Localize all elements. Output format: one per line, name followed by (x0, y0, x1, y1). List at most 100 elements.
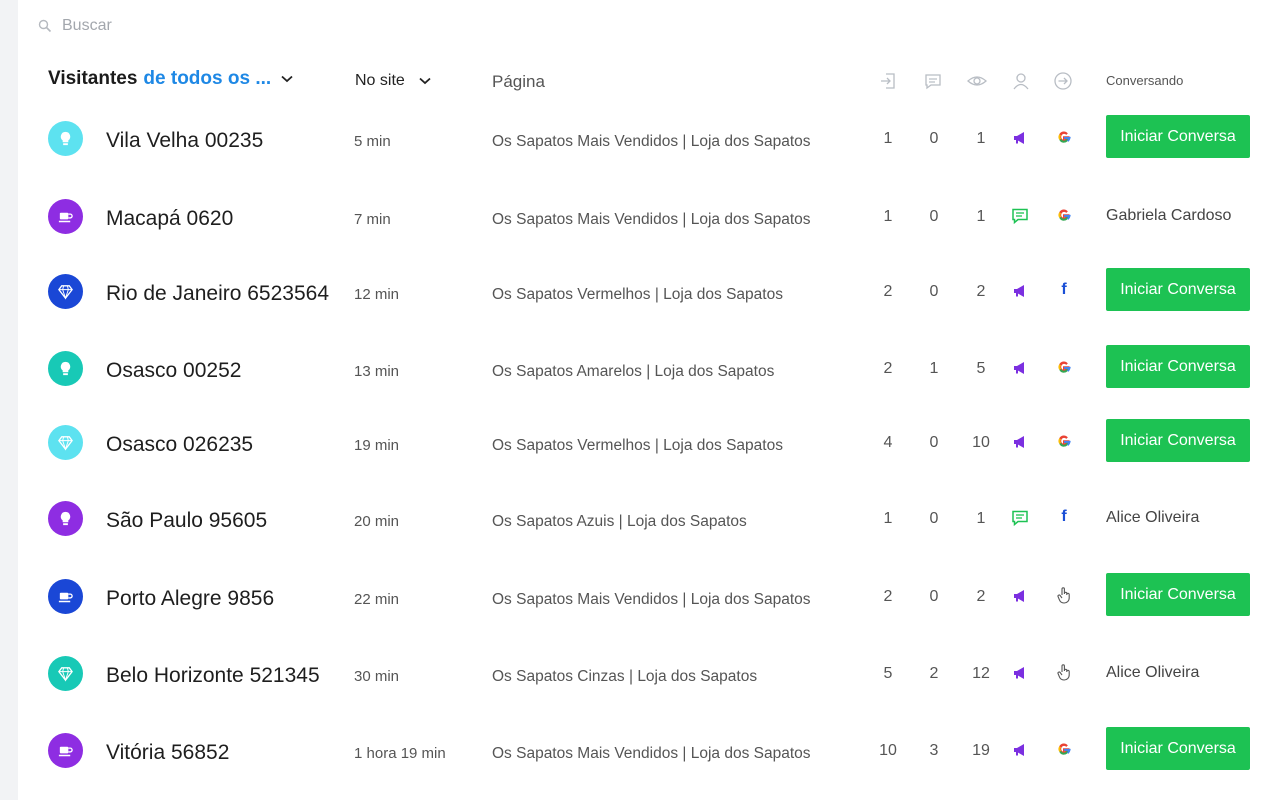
visitor-entries-count: 10 (879, 742, 897, 759)
visitor-row[interactable]: Vila Velha 00235 5 min Os Sapatos Mais Ven… (0, 110, 1280, 170)
visitor-entries-count: 2 (883, 283, 893, 300)
visitor-time-on-site: 5 min (354, 133, 391, 150)
visitor-messages-count: 0 (929, 434, 939, 451)
diamond-icon (57, 665, 74, 682)
start-conversation-button[interactable]: Iniciar Conversa (1106, 268, 1250, 311)
on-site-sort-dropdown[interactable]: No site (355, 72, 431, 90)
user-icon (1010, 70, 1032, 92)
visitor-current-page: Os Sapatos Vermelhos | Loja dos Sapatos (492, 437, 783, 454)
visitor-city: Osasco 026235 (106, 433, 254, 456)
start-conversation-button[interactable]: Iniciar Conversa (1106, 345, 1250, 388)
avatar (48, 656, 83, 691)
eye-icon (966, 70, 988, 92)
pointer-hand-icon (1054, 662, 1074, 682)
avatar (48, 501, 83, 536)
visitor-messages-count: 2 (929, 665, 939, 682)
visitor-city: Rio de Janeiro 6523564 (106, 282, 330, 305)
avatar (48, 351, 83, 386)
visitor-pageviews-count: 10 (972, 434, 990, 451)
visitor-city: São Paulo 95605 (106, 509, 268, 532)
entry-icon (877, 70, 899, 92)
visitor-current-page: Os Sapatos Azuis | Loja dos Sapatos (492, 513, 747, 530)
google-icon (1054, 739, 1074, 759)
start-conversation-button[interactable]: Iniciar Conversa (1106, 573, 1250, 616)
visitor-time-on-site: 12 min (354, 286, 400, 303)
visitor-current-page: Os Sapatos Cinzas | Loja dos Sapatos (492, 668, 758, 685)
google-icon (1054, 357, 1074, 377)
coffee-icon (57, 742, 74, 759)
start-conversation-button[interactable]: Iniciar Conversa (1106, 115, 1250, 158)
start-conversation-button[interactable]: Iniciar Conversa (1106, 727, 1250, 770)
visitor-current-page: Os Sapatos Mais Vendidos | Loja dos Sapa… (492, 591, 811, 608)
visitor-entries-count: 2 (883, 588, 893, 605)
megaphone-icon (1010, 740, 1030, 760)
chevron-down-icon (419, 77, 431, 85)
visitor-row[interactable]: Porto Alegre 9856 22 min Os Sapatos Mais V… (0, 568, 1280, 628)
chevron-down-icon (281, 75, 293, 83)
search-input[interactable] (62, 17, 362, 35)
megaphone-icon (1010, 432, 1030, 452)
visitor-messages-count: 0 (929, 588, 939, 605)
visitor-pageviews-count: 1 (976, 208, 986, 225)
visitor-time-on-site: 20 min (354, 513, 400, 530)
megaphone-icon (1010, 663, 1030, 683)
page-column-header: Página (492, 72, 545, 91)
visitor-pageviews-count: 5 (976, 360, 986, 377)
visitors-filter-dropdown[interactable]: Visitantes de todos os ... (48, 68, 293, 90)
visitor-entries-count: 4 (883, 434, 893, 451)
arrow-right-circle-icon (1052, 70, 1074, 92)
google-icon (1054, 431, 1074, 451)
conversing-agent-name: Gabriela Cardoso (1106, 207, 1232, 224)
visitor-city: Vitória 56852 (106, 741, 230, 764)
google-icon (1054, 127, 1074, 147)
lightbulb-icon (57, 360, 74, 377)
visitor-entries-count: 5 (883, 665, 893, 682)
lightbulb-icon (57, 510, 74, 527)
search-bar (38, 14, 362, 38)
google-icon (1054, 205, 1074, 225)
avatar (48, 274, 83, 309)
avatar (48, 579, 83, 614)
pointer-hand-icon (1054, 585, 1074, 605)
visitor-row[interactable]: Rio de Janeiro 6523564 12 min Os Sapatos V… (0, 263, 1280, 323)
start-conversation-button[interactable]: Iniciar Conversa (1106, 419, 1250, 462)
visitor-row[interactable]: Osasco 00252 13 min Os Sapatos Amarelos | … (0, 340, 1280, 400)
chat-icon (1010, 508, 1030, 528)
visitor-entries-count: 2 (883, 360, 893, 377)
visitor-row[interactable]: São Paulo 95605 20 min Os Sapatos Azuis | … (0, 490, 1280, 550)
table-header: Visitantes de todos os ... No site Págin… (0, 62, 1280, 102)
coffee-icon (57, 208, 74, 225)
avatar (48, 199, 83, 234)
facebook-icon: f (1061, 281, 1067, 298)
visitor-row[interactable]: Osasco 026235 19 min Os Sapatos Vermelhos … (0, 414, 1280, 474)
visitor-messages-count: 0 (929, 510, 939, 527)
conversing-agent-name: Alice Oliveira (1106, 509, 1200, 526)
avatar (48, 425, 83, 460)
visitor-entries-count: 1 (883, 130, 893, 147)
diamond-icon (57, 283, 74, 300)
visitor-city: Vila Velha 00235 (106, 129, 264, 152)
visitor-time-on-site: 30 min (354, 668, 400, 685)
search-icon (38, 19, 52, 33)
megaphone-icon (1010, 281, 1030, 301)
diamond-icon (57, 434, 74, 451)
visitor-row[interactable]: Macapá 0620 7 min Os Sapatos Mais Vendidos… (0, 188, 1280, 248)
visitor-city: Macapá 0620 (106, 207, 234, 230)
visitor-time-on-site: 7 min (354, 211, 391, 228)
megaphone-icon (1010, 358, 1030, 378)
visitor-entries-count: 1 (883, 208, 893, 225)
visitor-messages-count: 0 (929, 283, 939, 300)
visitor-city: Osasco 00252 (106, 359, 242, 382)
on-site-label: No site (355, 72, 405, 89)
visitor-messages-count: 1 (929, 360, 939, 377)
visitor-row[interactable]: Belo Horizonte 521345 30 min Os Sapatos Ci… (0, 645, 1280, 705)
message-icon (922, 70, 944, 92)
avatar (48, 121, 83, 156)
conversing-column-header: Conversando (1106, 73, 1184, 88)
visitor-time-on-site: 1 hora 19 min (354, 745, 446, 762)
visitor-pageviews-count: 1 (976, 130, 986, 147)
visitor-time-on-site: 22 min (354, 591, 400, 608)
visitor-row[interactable]: Vitória 56852 1 hora 19 min Os Sapatos Mai… (0, 722, 1280, 782)
visitor-city: Belo Horizonte 521345 (106, 664, 320, 687)
visitor-current-page: Os Sapatos Amarelos | Loja dos Sapatos (492, 363, 775, 380)
